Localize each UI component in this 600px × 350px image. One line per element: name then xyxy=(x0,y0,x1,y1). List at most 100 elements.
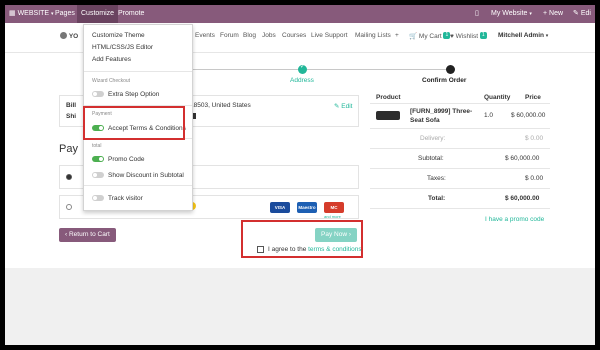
col-product: Product xyxy=(376,94,401,101)
toggle-accept-terms[interactable]: Accept Terms & Conditions xyxy=(92,125,186,132)
page-footer-area xyxy=(5,268,595,345)
menu-divider xyxy=(84,138,192,139)
menu-divider xyxy=(84,105,192,106)
user-menu[interactable]: Mitchell Admin ▾ xyxy=(498,32,548,39)
taxes-row: Taxes: $ 0.00 xyxy=(370,168,550,188)
taxes-value: $ 0.00 xyxy=(525,175,544,182)
subtotal-row: Subtotal: $ 60,000.00 xyxy=(370,148,550,168)
toggle-off-icon[interactable] xyxy=(92,172,104,178)
edit-button[interactable]: ✎ Edi xyxy=(569,5,595,23)
subtotal-label: Subtotal: xyxy=(418,155,444,162)
chevron-left-icon: ‹ xyxy=(65,231,68,238)
terms-agreement: I agree to the terms & conditions xyxy=(268,246,362,253)
nav-blog[interactable]: Blog xyxy=(243,32,256,39)
visa-card-icon: VISA xyxy=(270,202,290,213)
pencil-icon: ✎ xyxy=(334,103,340,110)
cart-item-name[interactable]: [FURN_8999] Three-Seat Sofa xyxy=(410,107,478,125)
edit-address-link[interactable]: ✎ Edit xyxy=(334,102,352,110)
step-current-dot xyxy=(446,65,455,74)
toggle-track-visitor[interactable]: Track visitor xyxy=(92,195,143,202)
total-section-header: total xyxy=(92,143,102,149)
wizard-checkout-header: Wizard Checkout xyxy=(92,78,131,84)
cart-item-price: $ 60,000.00 xyxy=(511,112,546,119)
payment-radio-selected[interactable] xyxy=(66,174,72,180)
billing-label: Bill xyxy=(66,102,77,109)
nav-wishlist[interactable]: ♥ Wishlist 1 xyxy=(450,32,487,40)
nav-forum[interactable]: Forum xyxy=(220,32,239,39)
grid-icon: ▦ xyxy=(9,10,16,17)
website-switcher[interactable]: My Website ▾ xyxy=(487,5,536,23)
return-to-cart-button[interactable]: ‹ Return to Cart xyxy=(59,228,116,242)
delivery-value: $ 0.00 xyxy=(525,135,544,142)
nav-courses[interactable]: Courses xyxy=(282,32,306,39)
customize-dropdown: Customize Theme HTML/CSS/JS Editor Add F… xyxy=(83,24,193,211)
cart-item-qty: 1.0 xyxy=(484,112,494,119)
progress-line xyxy=(307,69,447,70)
total-value: $ 60,000.00 xyxy=(505,195,540,202)
total-label: Total: xyxy=(428,195,446,202)
payment-radio[interactable] xyxy=(66,204,72,210)
toggle-show-discount[interactable]: Show Discount in Subtotal xyxy=(92,172,184,179)
screenshot-frame: ▦ WEBSITE ▾ Pages Customize Promote ▯ My… xyxy=(5,5,595,345)
toggle-on-icon[interactable] xyxy=(92,156,104,162)
promo-row: I have a promo code xyxy=(370,208,550,228)
wishlist-count-badge: 1 xyxy=(479,32,487,39)
nav-mailing-lists[interactable]: Mailing Lists xyxy=(355,32,391,39)
promo-code-link[interactable]: I have a promo code xyxy=(485,216,544,223)
billing-address-text: 18503, United States xyxy=(190,102,251,109)
nav-live-support[interactable]: Live Support xyxy=(311,32,348,39)
nav-jobs[interactable]: Jobs xyxy=(262,32,276,39)
subtotal-value: $ 60,000.00 xyxy=(505,155,540,162)
new-button[interactable]: + New xyxy=(539,5,567,23)
promote-menu[interactable]: Promote xyxy=(114,5,148,23)
pages-menu[interactable]: Pages xyxy=(51,5,79,23)
chevron-right-icon: › xyxy=(348,231,351,238)
caret-down-icon: ▾ xyxy=(545,33,549,39)
toggle-on-icon[interactable] xyxy=(92,125,104,131)
col-quantity: Quantity xyxy=(484,94,511,101)
heart-icon: ♥ xyxy=(450,33,454,40)
sofa-thumbnail xyxy=(376,111,400,120)
logo-icon xyxy=(60,32,67,39)
customize-menu[interactable]: Customize xyxy=(77,5,119,23)
toggle-off-icon[interactable] xyxy=(92,91,104,97)
menu-add-features[interactable]: Add Features xyxy=(92,56,131,63)
payment-heading: Pay xyxy=(59,143,78,155)
toggle-promo-code[interactable]: Promo Code xyxy=(92,156,145,163)
progress-line xyxy=(185,69,303,70)
delivery-row: Delivery: $ 0.00 xyxy=(370,128,550,148)
caret-down-icon: ▾ xyxy=(529,11,532,17)
site-logo[interactable]: YO xyxy=(60,32,78,40)
pay-now-button[interactable]: Pay Now › xyxy=(315,228,357,242)
admin-topbar: ▦ WEBSITE ▾ Pages Customize Promote ▯ My… xyxy=(5,5,595,23)
step-address: Address xyxy=(290,77,314,84)
menu-divider xyxy=(84,185,192,186)
maestro-card-icon: Maestro xyxy=(297,202,317,213)
terms-link[interactable]: terms & conditions xyxy=(308,246,361,253)
toggle-extra-step[interactable]: Extra Step Option xyxy=(92,91,159,98)
menu-customize-theme[interactable]: Customize Theme xyxy=(92,32,145,39)
menu-html-css-js-editor[interactable]: HTML/CSS/JS Editor xyxy=(92,44,153,51)
total-row: Total: $ 60,000.00 xyxy=(370,188,550,208)
payment-section-header: Payment xyxy=(92,111,112,117)
mobile-preview-icon[interactable]: ▯ xyxy=(471,5,483,23)
taxes-label: Taxes: xyxy=(427,175,446,182)
delivery-label: Delivery: xyxy=(420,135,446,142)
step-confirm-order: Confirm Order xyxy=(422,77,467,84)
menu-divider xyxy=(84,71,192,72)
shipping-label: Shi xyxy=(66,113,77,120)
nav-add-page[interactable]: + xyxy=(395,32,399,39)
cart-icon: 🛒 xyxy=(409,33,418,40)
pencil-icon: ✎ xyxy=(573,10,579,17)
cart-item-row: [FURN_8999] Three-Seat Sofa 1.0 $ 60,000… xyxy=(370,104,550,128)
mastercard-icon: MC xyxy=(324,202,344,213)
col-price: Price xyxy=(525,94,541,101)
toggle-off-icon[interactable] xyxy=(92,195,104,201)
website-menu[interactable]: ▦ WEBSITE ▾ xyxy=(5,5,58,23)
cart-header-row: Product Quantity Price xyxy=(370,91,550,104)
nav-my-cart[interactable]: 🛒 My Cart 1 xyxy=(409,32,451,40)
nav-events[interactable]: Events xyxy=(195,32,215,39)
check-icon: ✓ xyxy=(298,64,307,74)
terms-checkbox[interactable] xyxy=(257,246,264,253)
more-cards-link[interactable]: and more xyxy=(324,214,341,219)
